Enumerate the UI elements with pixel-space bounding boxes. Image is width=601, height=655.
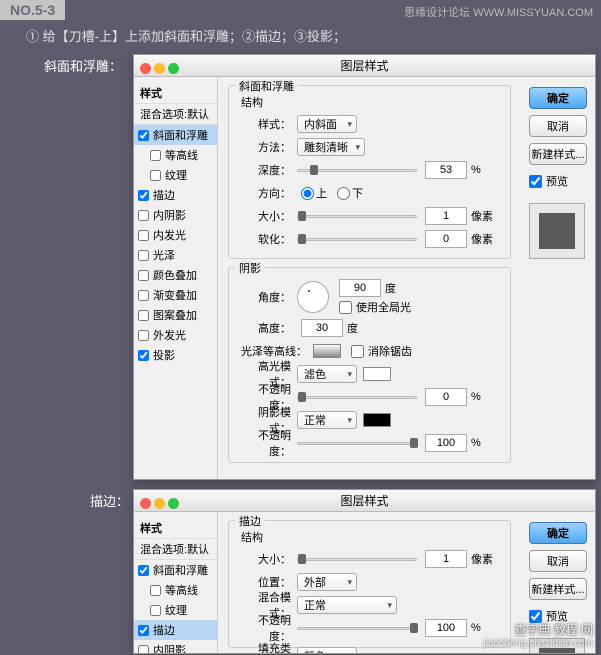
- soften-slider[interactable]: [297, 231, 417, 247]
- cancel-button[interactable]: 取消: [529, 115, 587, 137]
- antialias-chk[interactable]: [351, 345, 364, 358]
- sh-color[interactable]: [363, 413, 391, 427]
- size-input[interactable]: 1: [425, 207, 467, 225]
- label-stroke: 描边：: [90, 491, 129, 510]
- cancel-button[interactable]: 取消: [529, 550, 587, 572]
- sidebar-stroke[interactable]: 描边: [134, 185, 217, 205]
- sh-op-slider[interactable]: [297, 435, 417, 451]
- global-light-chk[interactable]: [339, 301, 352, 314]
- sidebar-grad-overlay[interactable]: 渐变叠加: [134, 285, 217, 305]
- stroke-blend-select[interactable]: 正常: [297, 596, 397, 614]
- sidebar-stroke[interactable]: 描边: [134, 620, 217, 640]
- angle-input[interactable]: 90: [339, 279, 381, 297]
- sidebar-texture[interactable]: 纹理: [134, 600, 217, 620]
- sidebar-outer-glow[interactable]: 外发光: [134, 325, 217, 345]
- sidebar-head[interactable]: 样式: [134, 518, 217, 538]
- preview-chk[interactable]: [529, 175, 542, 188]
- depth-slider[interactable]: [297, 162, 417, 178]
- angle-wheel[interactable]: [297, 281, 329, 313]
- bevel-legend: 斜面和浮雕: [235, 78, 298, 94]
- sidebar-pattern-overlay[interactable]: 图案叠加: [134, 305, 217, 325]
- depth-input[interactable]: 53: [425, 161, 467, 179]
- sidebar-head[interactable]: 样式: [134, 83, 217, 103]
- watermark-top: 思缘设计论坛 WWW.MISSYUAN.COM: [404, 4, 593, 20]
- shade-legend: 阴影: [235, 260, 265, 276]
- step-badge: NO.5-3: [0, 0, 65, 20]
- watermark-bottom: 查字典 教程 网 jiaocheng.chazidian.com: [483, 621, 593, 649]
- dir-up-radio[interactable]: [301, 187, 314, 200]
- traffic-lights: [140, 494, 182, 516]
- sh-mode-select[interactable]: 正常: [297, 411, 357, 429]
- sidebar-inner-glow[interactable]: 内发光: [134, 225, 217, 245]
- hl-op-slider[interactable]: [297, 389, 417, 405]
- stroke-fill-select[interactable]: 颜色: [297, 647, 357, 654]
- sidebar-satin[interactable]: 光泽: [134, 245, 217, 265]
- bevel-style-select[interactable]: 内斜面: [297, 115, 357, 133]
- style-sidebar: 样式 混合选项:默认 斜面和浮雕 等高线 纹理 描边 内阴影 内发光 光泽 颜色…: [134, 77, 218, 479]
- sidebar-blend[interactable]: 混合选项:默认: [134, 103, 217, 125]
- style-sidebar-2: 样式 混合选项:默认 斜面和浮雕 等高线 纹理 描边 内阴影 内发光 光泽: [134, 512, 218, 654]
- ok-button[interactable]: 确定: [529, 87, 587, 109]
- dir-down-radio[interactable]: [337, 187, 350, 200]
- hl-op-input[interactable]: 0: [425, 388, 467, 406]
- dialog-title-2: 图层样式: [134, 490, 595, 512]
- altitude-input[interactable]: 30: [301, 319, 343, 337]
- traffic-lights: [140, 59, 182, 81]
- sidebar-contour[interactable]: 等高线: [134, 145, 217, 165]
- sidebar-color-overlay[interactable]: 颜色叠加: [134, 265, 217, 285]
- stroke-op-input[interactable]: 100: [425, 619, 467, 637]
- sidebar-contour[interactable]: 等高线: [134, 580, 217, 600]
- dialog-title: 图层样式: [134, 55, 595, 77]
- new-style-button[interactable]: 新建样式...: [529, 143, 587, 165]
- label-bevel: 斜面和浮雕：: [44, 56, 122, 75]
- stroke-size-input[interactable]: 1: [425, 550, 467, 568]
- stroke-pos-select[interactable]: 外部: [297, 573, 357, 591]
- stroke-size-slider[interactable]: [297, 551, 417, 567]
- ok-button[interactable]: 确定: [529, 522, 587, 544]
- sidebar-blend[interactable]: 混合选项:默认: [134, 538, 217, 560]
- new-style-button[interactable]: 新建样式...: [529, 578, 587, 600]
- sidebar-bevel[interactable]: 斜面和浮雕: [134, 125, 217, 145]
- hl-color[interactable]: [363, 367, 391, 381]
- sidebar-drop-shadow[interactable]: 投影: [134, 345, 217, 365]
- sidebar-inner-shadow[interactable]: 内阴影: [134, 205, 217, 225]
- sidebar-inner-shadow[interactable]: 内阴影: [134, 640, 217, 654]
- hl-mode-select[interactable]: 滤色: [297, 365, 357, 383]
- sidebar-bevel[interactable]: 斜面和浮雕: [134, 560, 217, 580]
- preview-box: [529, 203, 585, 259]
- stroke-op-slider[interactable]: [297, 620, 417, 636]
- gloss-contour[interactable]: [313, 344, 341, 358]
- struct-sub: 结构: [241, 529, 502, 545]
- soften-input[interactable]: 0: [425, 230, 467, 248]
- stroke-legend: 描边: [235, 513, 265, 529]
- instruction-text: ① 给【刀槽-上】上添加斜面和浮雕；②描边；③投影；: [26, 26, 601, 45]
- size-slider[interactable]: [297, 208, 417, 224]
- sidebar-texture[interactable]: 纹理: [134, 165, 217, 185]
- struct-sub: 结构: [241, 94, 502, 110]
- sh-op-input[interactable]: 100: [425, 434, 467, 452]
- bevel-method-select[interactable]: 雕刻清晰: [297, 138, 365, 156]
